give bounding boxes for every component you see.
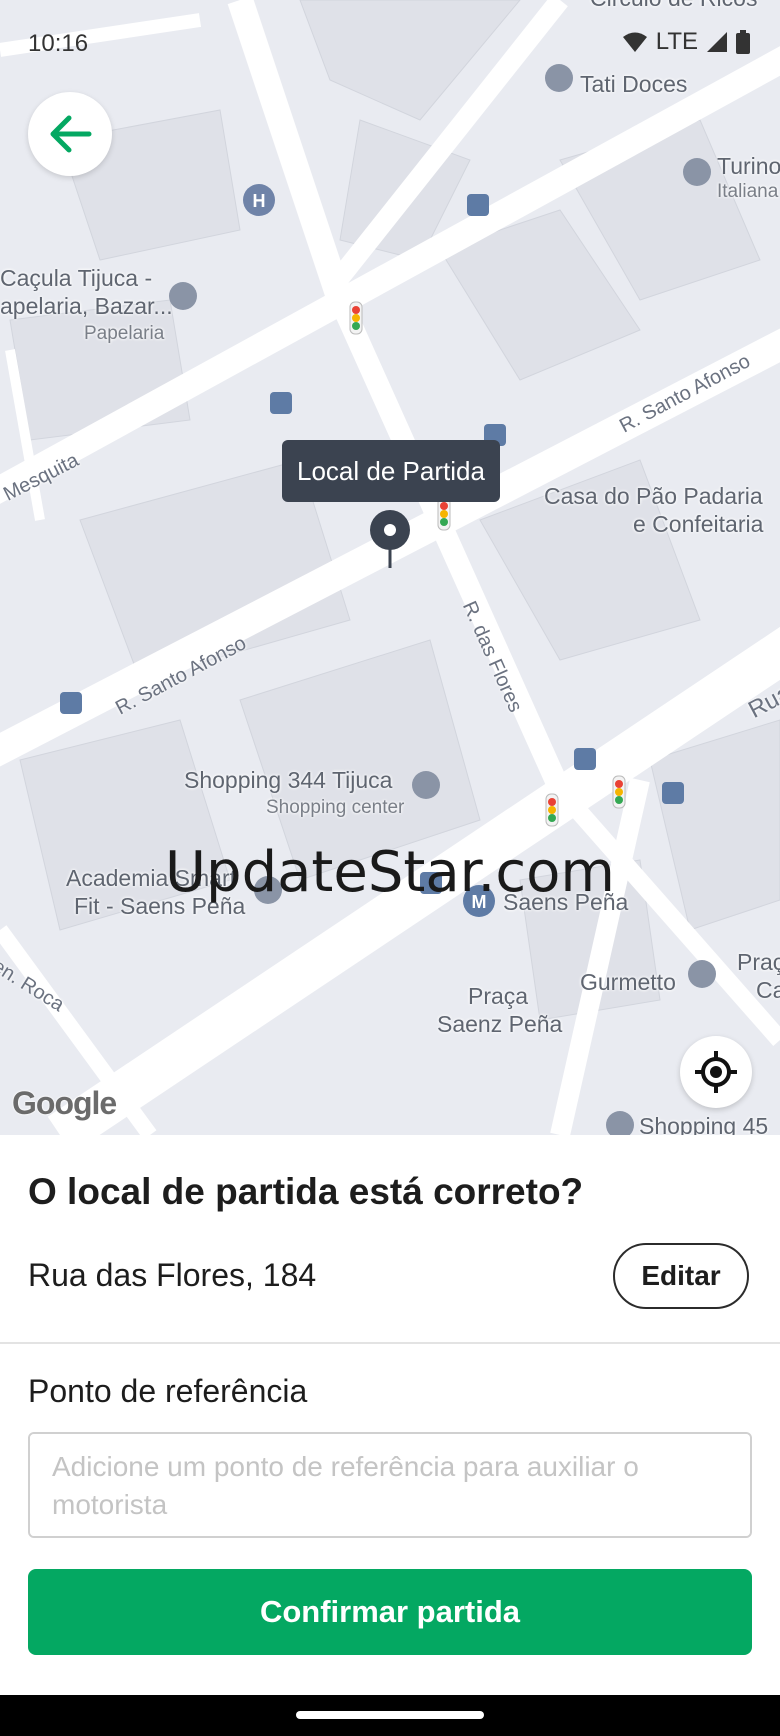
reference-input[interactable]: [28, 1432, 752, 1538]
reference-label: Ponto de referência: [28, 1373, 308, 1409]
wifi-icon: [622, 32, 647, 52]
pickup-address: Rua das Flores, 184: [28, 1257, 317, 1293]
status-time: 10:16: [28, 30, 89, 57]
poi-shopping344[interactable]: Shopping 344 Tijuca: [184, 766, 392, 794]
pickup-tooltip: Local de Partida: [282, 440, 500, 502]
bottom-sheet: O local de partida está correto? Rua das…: [0, 1135, 780, 1695]
arrow-left-icon: [50, 115, 92, 153]
poi-shopping344-category: Shopping center: [266, 797, 405, 818]
poi-turino[interactable]: Turino: [717, 152, 780, 180]
svg-text:H: H: [253, 191, 266, 211]
network-type: LTE: [655, 28, 698, 55]
map-view[interactable]: H M Tati Doces Turino Italiana Caçula Ti…: [0, 0, 780, 1135]
edit-button[interactable]: Editar: [613, 1243, 749, 1309]
crosshair-icon: [695, 1051, 737, 1093]
poi-cacula-category: Papelaria: [84, 323, 165, 344]
poi-praca-line2[interactable]: Saenz Peña: [437, 1010, 562, 1038]
poi-shopping45[interactable]: Shopping 45: [639, 1112, 768, 1135]
poi-gurmetto[interactable]: Gurmetto: [580, 968, 676, 996]
poi-praca-line1[interactable]: Praça: [468, 982, 528, 1010]
poi-tati-doces[interactable]: Tati Doces: [580, 70, 687, 98]
map-pin-icon[interactable]: [368, 510, 412, 572]
poi-casa-pao-line1[interactable]: Casa do Pão Padaria: [544, 482, 763, 510]
signal-icon: [707, 32, 727, 52]
watermark: UpdateStar.com: [165, 840, 615, 905]
google-logo: Google: [12, 1085, 117, 1121]
my-location-button[interactable]: [680, 1036, 752, 1108]
status-icons: LTE: [622, 28, 750, 56]
home-handle[interactable]: [296, 1711, 484, 1719]
poi-casa-pao-line2[interactable]: e Confeitaria: [633, 510, 763, 538]
back-button[interactable]: [28, 92, 112, 176]
battery-icon: [736, 30, 750, 54]
poi-cacula-line2[interactable]: apelaria, Bazar...: [0, 292, 173, 320]
poi-turino-category: Italiana: [717, 181, 779, 202]
confirm-question: O local de partida está correto?: [28, 1171, 584, 1212]
poi-praca-right-line2[interactable]: Ca: [756, 976, 780, 1004]
poi-circulo[interactable]: Circulo de Ricos: [590, 0, 757, 12]
poi-praca-right-line1[interactable]: Praç: [737, 948, 780, 976]
poi-cacula-line1[interactable]: Caçula Tijuca -: [0, 264, 152, 292]
system-nav-bar: [0, 1695, 780, 1736]
divider: [0, 1342, 780, 1344]
confirm-pickup-button[interactable]: Confirmar partida: [28, 1569, 752, 1655]
